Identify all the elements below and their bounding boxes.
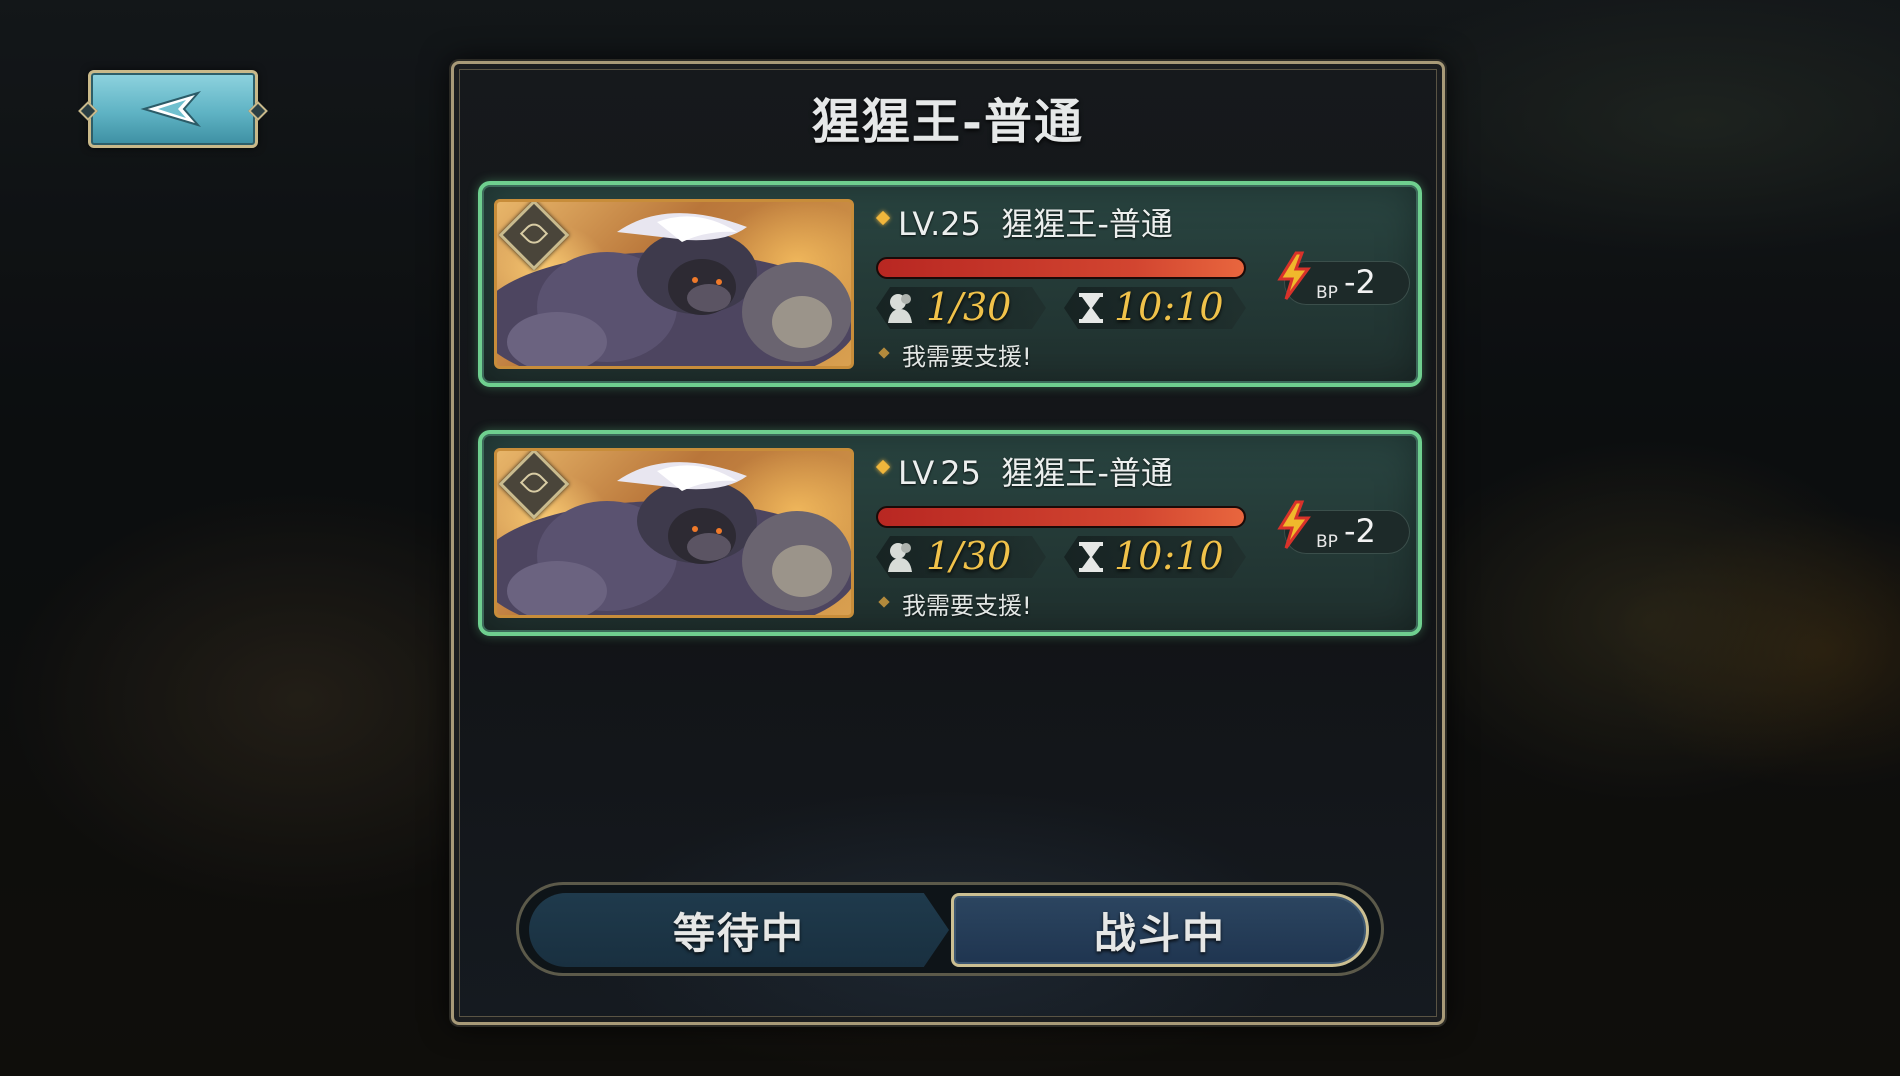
raid-card[interactable]: LV.25 猩猩王-普通 1/30 10:10 我需要支援! BP -2 [478,181,1422,387]
participants-count: 1/30 [926,285,1012,329]
raid-list-panel: 猩猩王-普通 LV.25 猩猩王-普通 1/30 10:10 我需要支援! BP… [451,61,1445,1025]
lightning-bolt-icon [1277,500,1311,549]
back-button[interactable] [88,70,258,148]
boss-portrait [494,199,854,369]
hourglass-icon [1079,293,1103,323]
raid-name: LV.25 猩猩王-普通 [898,205,1173,243]
time-left: 10:10 [1114,285,1224,329]
participants-icon [888,294,912,323]
participants-icon [888,543,912,572]
boss-hp-fill [878,259,1244,277]
back-arrow-icon [140,91,202,127]
name-bullet-icon [875,459,891,475]
tab-waiting[interactable]: 等待中 [529,893,949,967]
support-message: 我需要支援! [902,592,1032,620]
boss-portrait [494,448,854,618]
status-tab-bar: 等待中 战斗中 [516,882,1384,976]
boss-hp-fill [878,508,1244,526]
name-bullet-icon [875,210,891,226]
lightning-bolt-icon [1277,251,1311,300]
hourglass-icon [1079,542,1103,572]
boss-hp-bar [876,506,1246,528]
bp-label: BP [1316,283,1338,303]
boss-hp-bar [876,257,1246,279]
participants-count: 1/30 [926,534,1012,578]
message-bullet-icon [878,347,890,359]
raid-card[interactable]: LV.25 猩猩王-普通 1/30 10:10 我需要支援! BP -2 [478,430,1422,636]
bp-label: BP [1316,532,1338,552]
bp-cost: -2 [1344,263,1376,301]
tab-fighting[interactable]: 战斗中 [951,893,1369,967]
panel-title: 猩猩王-普通 [812,94,1084,150]
support-message: 我需要支援! [902,343,1032,371]
raid-name: LV.25 猩猩王-普通 [898,454,1173,492]
bp-cost: -2 [1344,512,1376,550]
time-left: 10:10 [1114,534,1224,578]
message-bullet-icon [878,596,890,608]
